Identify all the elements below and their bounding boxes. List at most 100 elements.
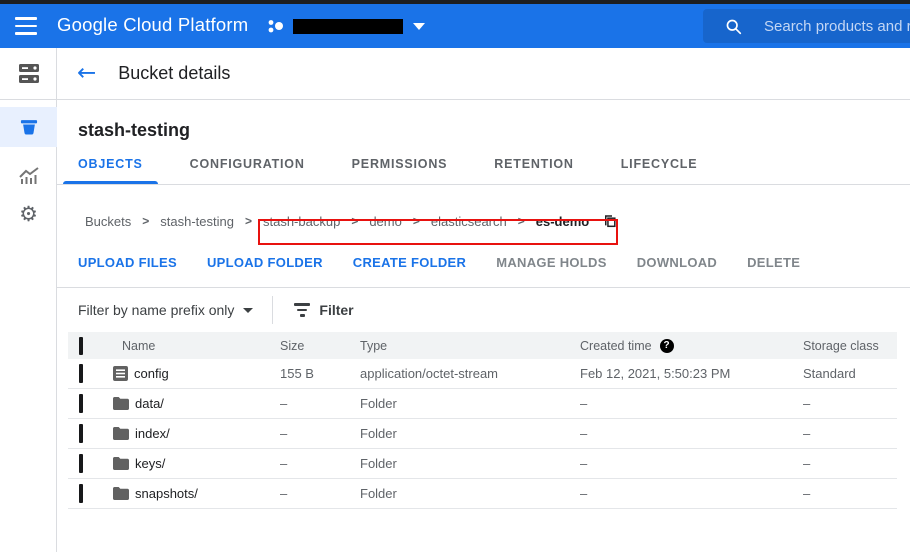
cell-type: application/octet-stream bbox=[360, 366, 580, 381]
table-header-row: Name Size Type Created time ? Storage cl… bbox=[68, 332, 897, 359]
chevron-down-icon bbox=[413, 23, 425, 30]
back-arrow-icon[interactable]: ← bbox=[77, 62, 96, 85]
cell-created: – bbox=[580, 486, 803, 501]
search-bar[interactable] bbox=[703, 9, 910, 43]
table-row: keys/ – Folder – – bbox=[68, 449, 897, 479]
divider bbox=[272, 296, 273, 324]
row-checkbox[interactable] bbox=[79, 364, 83, 383]
object-actions-toolbar: UPLOAD FILES UPLOAD FOLDER CREATE FOLDER… bbox=[57, 253, 910, 271]
cell-type: Folder bbox=[360, 396, 580, 411]
cell-created: – bbox=[580, 426, 803, 441]
gcp-console-page: Google Cloud Platform bbox=[0, 0, 910, 552]
breadcrumb-elasticsearch[interactable]: elasticsearch bbox=[431, 214, 507, 229]
filter-mode-dropdown[interactable]: Filter by name prefix only bbox=[78, 302, 253, 318]
cell-size: – bbox=[280, 396, 360, 411]
upload-folder-button[interactable]: UPLOAD FOLDER bbox=[207, 255, 323, 270]
sidebar: ⚙ bbox=[0, 48, 57, 552]
folder-icon bbox=[113, 487, 129, 500]
filter-button-label: Filter bbox=[319, 302, 353, 318]
tab-objects[interactable]: OBJECTS bbox=[78, 157, 143, 184]
project-icon bbox=[267, 18, 284, 35]
chevron-right-icon: > bbox=[518, 214, 525, 228]
tab-permissions[interactable]: PERMISSIONS bbox=[352, 157, 448, 184]
cell-storage-class: – bbox=[803, 456, 897, 471]
tab-retention[interactable]: RETENTION bbox=[494, 157, 573, 184]
sidebar-item-storage-browser[interactable] bbox=[0, 107, 57, 147]
project-switcher[interactable] bbox=[267, 12, 425, 40]
app-bar: Google Cloud Platform bbox=[0, 4, 910, 48]
table-row: snapshots/ – Folder – – bbox=[68, 479, 897, 509]
sidebar-item-monitoring[interactable] bbox=[0, 162, 57, 190]
help-icon[interactable]: ? bbox=[660, 339, 674, 353]
chevron-right-icon: > bbox=[413, 214, 420, 228]
breadcrumb-stash-backup[interactable]: stash-backup bbox=[263, 214, 340, 229]
row-checkbox[interactable] bbox=[79, 394, 83, 413]
delete-button[interactable]: DELETE bbox=[747, 255, 800, 270]
sidebar-item-instances[interactable] bbox=[0, 48, 57, 100]
bucket-name-title: stash-testing bbox=[78, 120, 910, 141]
manage-holds-button[interactable]: MANAGE HOLDS bbox=[496, 255, 607, 270]
breadcrumb-es-demo: es-demo bbox=[536, 214, 589, 229]
cell-size: – bbox=[280, 456, 360, 471]
object-link[interactable]: keys/ bbox=[135, 456, 165, 471]
cell-created: – bbox=[580, 396, 803, 411]
cell-storage-class: – bbox=[803, 426, 897, 441]
tab-bar: OBJECTS CONFIGURATION PERMISSIONS RETENT… bbox=[57, 157, 910, 185]
sidebar-item-settings[interactable]: ⚙ bbox=[0, 200, 57, 228]
cell-size: – bbox=[280, 426, 360, 441]
column-header-name[interactable]: Name bbox=[110, 339, 280, 353]
folder-icon bbox=[113, 397, 129, 410]
column-header-size[interactable]: Size bbox=[280, 339, 360, 353]
row-checkbox[interactable] bbox=[79, 454, 83, 473]
object-link[interactable]: index/ bbox=[135, 426, 170, 441]
table-row: data/ – Folder – – bbox=[68, 389, 897, 419]
tab-lifecycle[interactable]: LIFECYCLE bbox=[621, 157, 698, 184]
table-row: config 155 B application/octet-stream Fe… bbox=[68, 359, 897, 389]
copy-icon[interactable] bbox=[602, 213, 617, 229]
object-link[interactable]: data/ bbox=[135, 396, 164, 411]
chevron-right-icon: > bbox=[245, 214, 252, 228]
line-chart-icon bbox=[18, 166, 40, 186]
filter-row: Filter by name prefix only Filter bbox=[57, 288, 910, 332]
cell-created: Feb 12, 2021, 5:50:23 PM bbox=[580, 366, 803, 381]
search-icon bbox=[725, 18, 742, 35]
page-title: Bucket details bbox=[118, 63, 230, 84]
page-header: ← Bucket details bbox=[57, 48, 910, 100]
folder-icon bbox=[113, 457, 129, 470]
object-link[interactable]: config bbox=[134, 366, 169, 381]
menu-icon[interactable] bbox=[15, 17, 37, 35]
chevron-down-icon bbox=[243, 308, 253, 313]
cell-storage-class: Standard bbox=[803, 366, 897, 381]
cell-type: Folder bbox=[360, 426, 580, 441]
objects-table: Name Size Type Created time ? Storage cl… bbox=[68, 332, 897, 509]
download-button[interactable]: DOWNLOAD bbox=[637, 255, 717, 270]
column-header-type[interactable]: Type bbox=[360, 339, 580, 353]
folder-icon bbox=[113, 427, 129, 440]
breadcrumb-stash-testing[interactable]: stash-testing bbox=[160, 214, 234, 229]
tab-configuration[interactable]: CONFIGURATION bbox=[190, 157, 305, 184]
cell-created: – bbox=[580, 456, 803, 471]
column-header-created-time[interactable]: Created time ? bbox=[580, 339, 803, 353]
object-link[interactable]: snapshots/ bbox=[135, 486, 198, 501]
cell-storage-class: – bbox=[803, 396, 897, 411]
server-rack-icon bbox=[17, 63, 41, 85]
select-all-checkbox[interactable] bbox=[79, 337, 83, 355]
cell-type: Folder bbox=[360, 456, 580, 471]
breadcrumb: Buckets > stash-testing > stash-backup >… bbox=[57, 210, 910, 232]
table-row: index/ – Folder – – bbox=[68, 419, 897, 449]
chevron-right-icon: > bbox=[351, 214, 358, 228]
search-input[interactable] bbox=[764, 18, 910, 35]
breadcrumb-demo[interactable]: demo bbox=[369, 214, 402, 229]
cell-type: Folder bbox=[360, 486, 580, 501]
column-header-storage-class[interactable]: Storage class bbox=[803, 339, 897, 353]
row-checkbox[interactable] bbox=[79, 484, 83, 503]
gear-icon: ⚙ bbox=[19, 204, 38, 225]
main-content: ← Bucket details stash-testing OBJECTS C… bbox=[57, 48, 910, 552]
row-checkbox[interactable] bbox=[79, 424, 83, 443]
product-name: Google Cloud Platform bbox=[57, 14, 248, 36]
create-folder-button[interactable]: CREATE FOLDER bbox=[353, 255, 466, 270]
breadcrumb-buckets[interactable]: Buckets bbox=[85, 214, 131, 229]
chevron-right-icon: > bbox=[142, 214, 149, 228]
filter-button[interactable]: Filter bbox=[294, 302, 353, 318]
upload-files-button[interactable]: UPLOAD FILES bbox=[78, 255, 177, 270]
